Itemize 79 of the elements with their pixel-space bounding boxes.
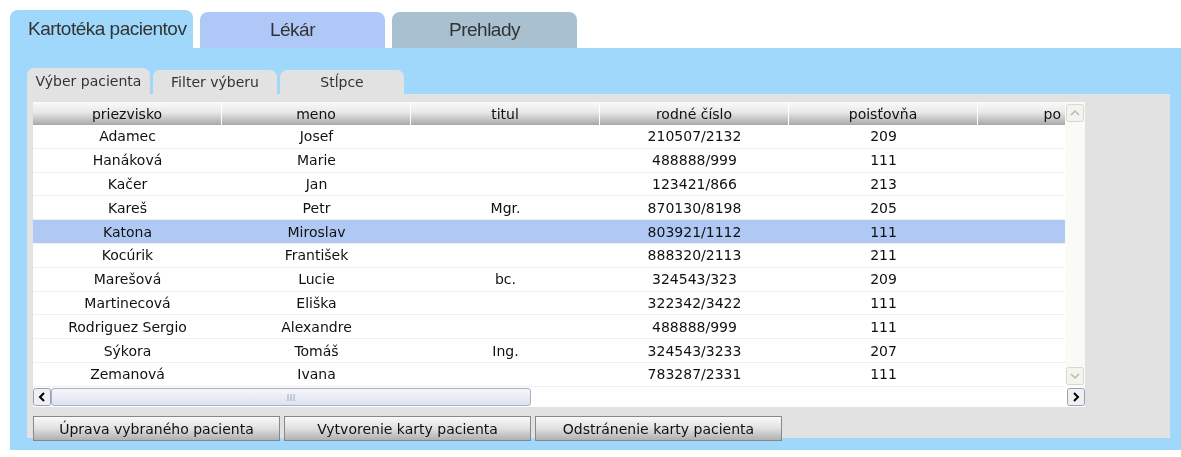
table-row[interactable]: Martinecová Eliška 322342/3422 111 bbox=[33, 291, 1065, 316]
main-tab[interactable]: Lékár bbox=[200, 12, 385, 48]
table-cell: Miroslav bbox=[287, 223, 346, 240]
table-cell: Lucie bbox=[298, 271, 335, 288]
table-cell: 210507/2132 bbox=[647, 128, 742, 145]
table-row[interactable]: Hanáková Marie 488888/999 111 bbox=[33, 148, 1065, 173]
table-row[interactable]: Adamec Josef 210507/2132 209 bbox=[33, 125, 1065, 149]
scroll-right-icon[interactable] bbox=[1067, 388, 1085, 406]
table-cell: 322342/3422 bbox=[647, 294, 742, 311]
table-cell: Alexandre bbox=[281, 318, 352, 335]
sub-tab[interactable]: Filter výberu bbox=[153, 70, 277, 94]
table-cell: Hanáková bbox=[92, 152, 163, 169]
main-tab[interactable]: Prehlady bbox=[392, 12, 577, 48]
table-cell: Adamec bbox=[99, 128, 156, 145]
action-button[interactable]: Odstránenie karty pacienta bbox=[535, 416, 782, 441]
table-cell: bc. bbox=[494, 271, 516, 288]
table-cell: 111 bbox=[870, 366, 897, 383]
table-row[interactable]: Rodriguez Sergio Alexandre 488888/999 111 bbox=[33, 315, 1065, 340]
table-cell: 111 bbox=[870, 318, 897, 335]
column-header[interactable]: titul bbox=[411, 102, 600, 125]
table-cell: Rodriguez Sergio bbox=[68, 318, 187, 335]
table-cell: Jan bbox=[305, 176, 328, 192]
action-button[interactable]: Vytvorenie karty pacienta bbox=[284, 416, 531, 441]
column-header[interactable]: po bbox=[978, 102, 1065, 125]
table-cell: 888320/2113 bbox=[647, 247, 742, 264]
table-row[interactable]: Sýkora Tomáš Ing. 324543/3233 207 bbox=[33, 339, 1065, 363]
table-cell: Mgr. bbox=[490, 199, 521, 216]
table-cell: Petr bbox=[302, 199, 331, 216]
table-cell: Josef bbox=[299, 128, 334, 145]
table-cell: Martinecová bbox=[84, 294, 171, 311]
table-cell: 211 bbox=[870, 247, 897, 264]
table-cell: 205 bbox=[870, 199, 897, 216]
table-row[interactable]: Kačer Jan 123421/866 213 bbox=[33, 172, 1065, 197]
table-row[interactable]: Kocúrik František 888320/2113 211 bbox=[33, 244, 1065, 268]
column-header[interactable]: priezvisko bbox=[33, 102, 222, 125]
sub-tab[interactable]: Stĺpce bbox=[280, 70, 404, 94]
table-cell: 209 bbox=[870, 271, 897, 288]
table-cell: František bbox=[284, 247, 349, 264]
table-cell: 324543/323 bbox=[652, 271, 737, 288]
scrollbar-thumb[interactable] bbox=[51, 388, 531, 406]
table-cell: 111 bbox=[870, 294, 897, 311]
column-header[interactable]: poisťovňa bbox=[789, 102, 978, 125]
table-cell: 870130/8198 bbox=[647, 199, 742, 216]
table-row[interactable]: Marešová Lucie bc. 324543/323 209 bbox=[33, 267, 1065, 292]
action-button[interactable]: Úprava vybraného pacienta bbox=[33, 416, 280, 441]
table-row[interactable]: Zemanová Ivana 783287/2331 111 bbox=[33, 362, 1065, 387]
table-cell: Kačer bbox=[107, 176, 148, 192]
table-cell: 123421/866 bbox=[652, 176, 737, 192]
table-cell: 783287/2331 bbox=[647, 366, 742, 383]
table-cell: 207 bbox=[870, 342, 897, 359]
table-cell: Ivana bbox=[297, 366, 336, 383]
scroll-up-icon[interactable] bbox=[1066, 104, 1084, 122]
main-tab[interactable]: Kartotéka pacientov bbox=[10, 10, 193, 48]
table-cell: Marie bbox=[297, 152, 336, 169]
table-cell: 324543/3233 bbox=[647, 342, 742, 359]
column-header[interactable]: rodné číslo bbox=[600, 102, 789, 125]
table-cell: 803921/1112 bbox=[647, 223, 742, 240]
table-cell: Sýkora bbox=[103, 342, 152, 359]
scroll-left-icon[interactable] bbox=[33, 388, 51, 406]
table-cell: Katona bbox=[103, 223, 152, 240]
column-header[interactable]: meno bbox=[222, 102, 411, 125]
table-cell: 111 bbox=[870, 223, 897, 240]
table-cell: Marešová bbox=[93, 271, 162, 288]
table-cell: Kocúrik bbox=[101, 247, 154, 264]
sub-tab[interactable]: Výber pacienta bbox=[27, 68, 150, 94]
table-cell: Kareš bbox=[108, 199, 147, 216]
table-cell: 213 bbox=[870, 176, 897, 192]
grip-icon bbox=[286, 393, 296, 401]
table-cell: 488888/999 bbox=[652, 318, 737, 335]
vertical-scrollbar[interactable] bbox=[1065, 102, 1085, 387]
table-cell: Ing. bbox=[492, 342, 519, 359]
table-cell: 209 bbox=[870, 128, 897, 145]
table-cell: Zemanová bbox=[90, 366, 165, 383]
table-cell: 488888/999 bbox=[652, 152, 737, 169]
table-cell: Eliška bbox=[296, 294, 337, 311]
horizontal-scrollbar[interactable] bbox=[33, 387, 1085, 407]
table-cell: Tomáš bbox=[294, 342, 339, 359]
table-row[interactable]: Katona Miroslav 803921/1112 111 bbox=[33, 220, 1065, 244]
table-cell: 111 bbox=[870, 152, 897, 169]
